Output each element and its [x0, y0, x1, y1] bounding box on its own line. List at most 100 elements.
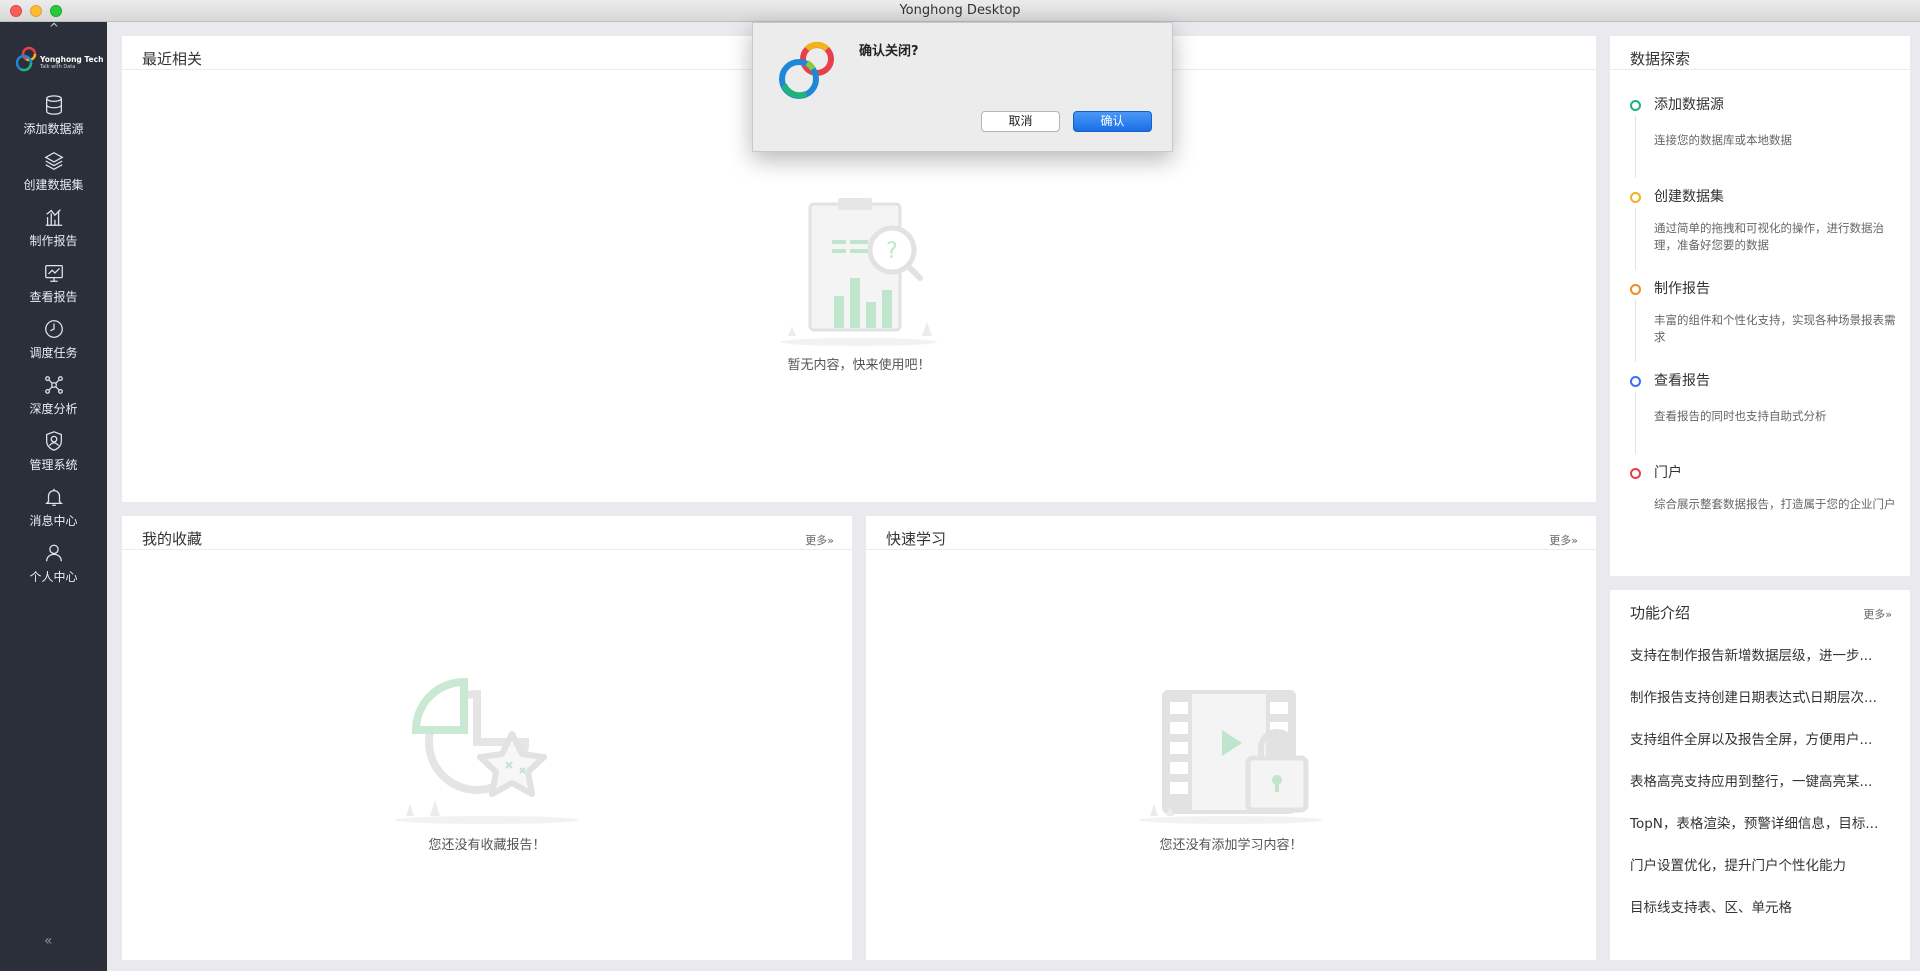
network-icon: [44, 376, 63, 394]
step-connector: [1635, 208, 1636, 270]
feature-item[interactable]: TopN，表格渲染，预警详细信息，目标...: [1630, 814, 1892, 856]
sidebar-item-label: 添加数据源: [23, 122, 84, 136]
step-connector: [1635, 392, 1636, 454]
sidebar-item-message-center[interactable]: 消息中心: [0, 486, 107, 542]
sidebar-item-add-datasource[interactable]: 添加数据源: [0, 94, 107, 150]
explore-step-create-dataset[interactable]: 创建数据集 通过简单的拖拽和可视化的操作，进行数据治理，准备好您要的数据: [1630, 186, 1890, 278]
features-header: 功能介绍 更多»: [1610, 590, 1910, 624]
features-panel: 功能介绍 更多» 支持在制作报告新增数据层级，进一步... 制作报告支持创建日期…: [1610, 590, 1910, 960]
favorites-panel: 我的收藏 更多» 您还没有收藏报告！: [122, 516, 852, 960]
features-list: 支持在制作报告新增数据层级，进一步... 制作报告支持创建日期表达式\日期层次.…: [1630, 646, 1892, 940]
sidebar-item-deep-analysis[interactable]: 深度分析: [0, 374, 107, 430]
explore-step-make-report[interactable]: 制作报告 丰富的组件和个性化支持，实现各种场景报表需求: [1630, 278, 1896, 370]
sidebar-item-label: 个人中心: [29, 570, 78, 584]
sidebar-item-view-report[interactable]: 查看报告: [0, 262, 107, 318]
data-explore-title: 数据探索: [1630, 50, 1691, 68]
sidebar-item-label: 查看报告: [29, 290, 78, 304]
favorites-panel-title: 我的收藏: [142, 530, 203, 548]
layers-icon: [43, 152, 64, 170]
recent-empty-state: ? 暂无内容，快来使用吧！: [122, 196, 1596, 373]
dialog-message: 确认关闭?: [859, 44, 919, 59]
sidebar-item-label: 消息中心: [29, 514, 78, 528]
shield-user-icon: [45, 431, 62, 451]
sidebar-item-label: 制作报告: [29, 234, 78, 248]
explore-step-portal[interactable]: 门户 综合展示整套数据报告，打造属于您的企业门户: [1630, 462, 1896, 554]
step-desc: 查看报告的同时也支持自助式分析: [1654, 409, 1827, 423]
collapse-sidebar-icon[interactable]: «: [44, 933, 53, 949]
step-dot-icon: [1630, 100, 1641, 111]
recent-empty-text: 暂无内容，快来使用吧！: [787, 358, 931, 373]
sidebar-item-label: 深度分析: [29, 402, 78, 416]
data-explore-panel: 数据探索 添加数据源 连接您的数据库或本地数据 创建数据集 通过简单的拖拽和可视…: [1610, 36, 1910, 576]
step-desc: 连接您的数据库或本地数据: [1654, 133, 1792, 147]
confirm-button[interactable]: 确认: [1073, 111, 1152, 132]
feature-item[interactable]: 支持组件全屏以及报告全屏，方便用户...: [1630, 730, 1892, 772]
sidebar: ^ Yonghong Tech Talk with Data 添加数据源 创建数…: [0, 22, 107, 971]
brand-logo: Yonghong Tech Talk with Data: [15, 46, 103, 80]
sidebar-item-make-report[interactable]: 制作报告: [0, 206, 107, 262]
confirm-close-dialog: 确认关闭? 取消 确认: [752, 22, 1173, 152]
step-desc: 综合展示整套数据报告，打造属于您的企业门户: [1654, 497, 1896, 511]
app-logo-icon: [779, 41, 834, 99]
window-titlebar: Yonghong Desktop: [0, 0, 1920, 22]
user-icon: [45, 544, 62, 562]
sidebar-item-create-dataset[interactable]: 创建数据集: [0, 150, 107, 206]
step-connector: [1635, 116, 1636, 178]
yonghong-logo-icon: [15, 46, 37, 72]
brand-tagline: Talk with Data: [40, 64, 76, 70]
recent-panel-title: 最近相关: [142, 50, 203, 68]
step-title: 门户: [1654, 465, 1682, 481]
step-connector: [1635, 300, 1636, 362]
explore-step-view-report[interactable]: 查看报告 查看报告的同时也支持自助式分析: [1630, 370, 1890, 462]
feature-item[interactable]: 表格高亮支持应用到整行，一键高亮某...: [1630, 772, 1892, 814]
monitor-chart-icon: [44, 265, 63, 282]
learning-empty-state: 您还没有添加学习内容！: [866, 686, 1596, 853]
step-title: 制作报告: [1654, 281, 1710, 297]
empty-video-lock-illustration: [1139, 690, 1323, 824]
brand-name: Yonghong Tech: [40, 55, 104, 64]
sidebar-nav: 添加数据源 创建数据集 制作报告 查看报告 调度任务 深度分析 管理系统 消息中…: [0, 94, 107, 598]
clock-task-icon: [44, 320, 63, 338]
step-dot-icon: [1630, 376, 1641, 387]
favorites-empty-state: 您还没有收藏报告！: [122, 676, 852, 853]
step-title: 查看报告: [1654, 373, 1710, 389]
learning-empty-text: 您还没有添加学习内容！: [1159, 838, 1303, 853]
step-dot-icon: [1630, 468, 1641, 479]
feature-item[interactable]: 门户设置优化，提升门户个性化能力: [1630, 856, 1892, 898]
feature-item[interactable]: 制作报告支持创建日期表达式\日期层次...: [1630, 688, 1892, 730]
step-title: 创建数据集: [1654, 189, 1724, 205]
favorites-panel-header: 我的收藏 更多»: [122, 516, 852, 550]
explore-step-add-datasource[interactable]: 添加数据源 连接您的数据库或本地数据: [1630, 94, 1890, 186]
learning-panel: 快速学习 更多» 您还没有添加学习内容！: [866, 516, 1596, 960]
learning-more-link[interactable]: 更多»: [1549, 532, 1578, 548]
window-title: Yonghong Desktop: [899, 3, 1021, 18]
favorites-more-link[interactable]: 更多»: [805, 532, 834, 548]
sidebar-item-label: 管理系统: [29, 458, 78, 472]
step-dot-icon: [1630, 284, 1641, 295]
svg-text:?: ?: [886, 239, 898, 264]
sidebar-item-label: 创建数据集: [23, 178, 84, 192]
step-desc: 通过简单的拖拽和可视化的操作，进行数据治理，准备好您要的数据: [1654, 221, 1884, 252]
cancel-button[interactable]: 取消: [981, 111, 1060, 132]
chevron-up-icon[interactable]: ^: [46, 22, 62, 34]
learning-panel-header: 快速学习 更多»: [866, 516, 1596, 550]
sidebar-item-personal-center[interactable]: 个人中心: [0, 542, 107, 598]
feature-item[interactable]: 支持在制作报告新增数据层级，进一步...: [1630, 646, 1892, 688]
step-dot-icon: [1630, 192, 1641, 203]
feature-item[interactable]: 目标线支持表、区、单元格: [1630, 898, 1892, 940]
data-explore-header: 数据探索: [1610, 36, 1910, 70]
features-more-link[interactable]: 更多»: [1863, 606, 1892, 622]
sidebar-item-schedule-task[interactable]: 调度任务: [0, 318, 107, 374]
bar-chart-icon: [45, 209, 62, 226]
step-title: 添加数据源: [1654, 97, 1724, 113]
empty-report-search-illustration: ?: [781, 198, 937, 346]
step-desc: 丰富的组件和个性化支持，实现各种场景报表需求: [1654, 313, 1896, 344]
sidebar-item-admin-system[interactable]: 管理系统: [0, 430, 107, 486]
learning-panel-title: 快速学习: [886, 530, 947, 548]
database-icon: [45, 95, 62, 115]
empty-favorites-illustration: [395, 677, 579, 824]
bell-icon: [44, 488, 63, 506]
features-title: 功能介绍: [1630, 604, 1691, 622]
sidebar-item-label: 调度任务: [29, 346, 78, 360]
favorites-empty-text: 您还没有收藏报告！: [428, 838, 546, 853]
